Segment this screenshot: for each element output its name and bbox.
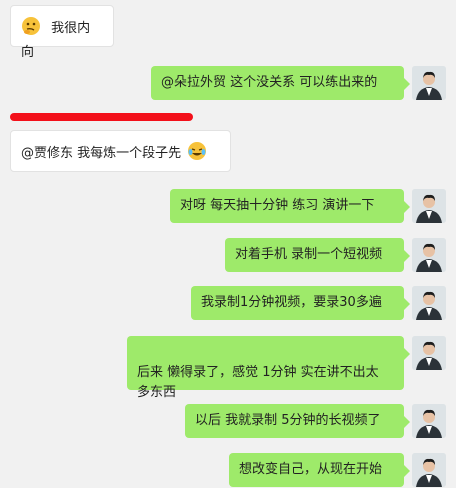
- message-bubble-outgoing[interactable]: 对呀 每天抽十分钟 练习 演讲一下: [170, 189, 410, 223]
- red-strike-line: [10, 113, 193, 121]
- avatar[interactable]: [412, 286, 446, 320]
- message-bubble-outgoing[interactable]: 对着手机 录制一个短视频: [225, 238, 410, 272]
- avatar[interactable]: [412, 404, 446, 438]
- message-text: 以后 我就录制 5分钟的长视频了: [195, 413, 381, 428]
- laughing-crying-face-icon: [187, 141, 207, 168]
- avatar[interactable]: [412, 66, 446, 100]
- message-text: 我录制1分钟视频，要录30多遍: [201, 295, 382, 310]
- message-text: @贾修东 我每炼一个段子先: [21, 146, 182, 161]
- message-bubble-outgoing[interactable]: 想改变自己，从现在开始: [229, 453, 410, 487]
- message-bubble-outgoing[interactable]: @朵拉外贸 这个没关系 可以练出来的: [151, 66, 410, 100]
- message-bubble-incoming[interactable]: 我很内向: [10, 5, 114, 60]
- message-text: @朵拉外贸 这个没关系 可以练出来的: [161, 75, 378, 90]
- avatar[interactable]: [412, 238, 446, 272]
- avatar[interactable]: [412, 189, 446, 223]
- message-text: 后来 懒得录了，感觉 1分钟 实在讲不出太 多东西: [137, 365, 379, 400]
- avatar[interactable]: [412, 453, 446, 487]
- message-text: 对着手机 录制一个短视频: [235, 247, 383, 262]
- message-text: 想改变自己，从现在开始: [239, 462, 383, 477]
- message-bubble-outgoing[interactable]: 以后 我就录制 5分钟的长视频了: [185, 404, 410, 438]
- message-text: 对呀 每天抽十分钟 练习 演讲一下: [180, 198, 375, 213]
- thinking-face-icon: [21, 16, 41, 43]
- message-bubble-incoming[interactable]: @贾修东 我每炼一个段子先: [10, 130, 231, 172]
- message-bubble-outgoing[interactable]: 后来 懒得录了，感觉 1分钟 实在讲不出太 多东西: [127, 336, 410, 400]
- message-bubble-outgoing[interactable]: 我录制1分钟视频，要录30多遍: [191, 286, 410, 320]
- avatar[interactable]: [412, 336, 446, 370]
